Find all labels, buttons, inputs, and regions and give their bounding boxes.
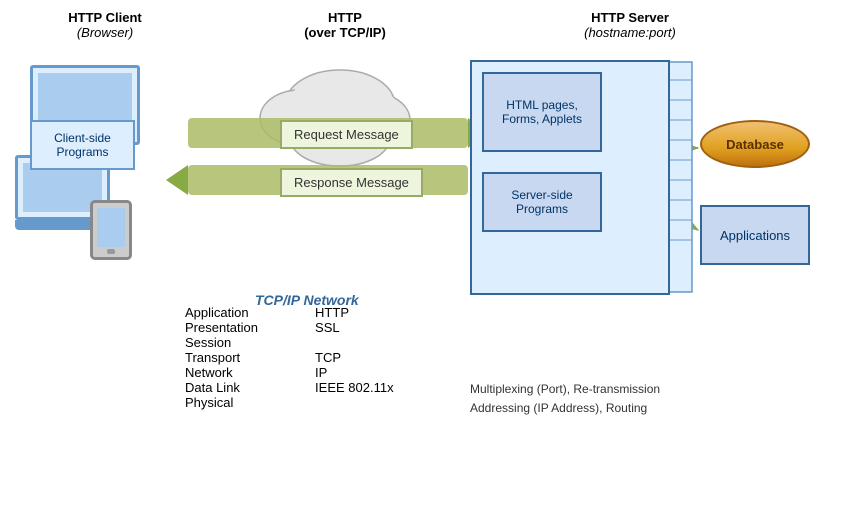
osi-layer-datalink: Data Link [185,380,315,395]
osi-protocol-physical [315,395,455,410]
tcp-subtitle: (over TCP/IP) [260,25,430,40]
table-row: Session [185,335,455,350]
server-stack: HTML pages,Forms, Applets Server-sidePro… [470,60,670,295]
client-title-text: HTTP Client [20,10,190,25]
database-label: Database [726,137,784,152]
osi-layers-table: Application HTTP Presentation SSL Sessio… [185,305,455,410]
response-message-box: Response Message [280,168,423,197]
table-row: Data Link IEEE 802.11x [185,380,455,395]
osi-protocol-http: HTTP [315,305,455,320]
osi-layer-network: Network [185,365,315,380]
osi-protocol-ip: IP [315,365,455,380]
osi-layer-application: Application [185,305,315,320]
osi-layer-presentation: Presentation [185,320,315,335]
client-programs-box: Client-sidePrograms [30,120,135,170]
client-programs-label: Client-sidePrograms [54,131,111,159]
table-row: Physical [185,395,455,410]
table-row: Transport TCP [185,350,455,365]
applications-label: Applications [720,228,790,243]
table-row: Network IP [185,365,455,380]
request-message-label: Request Message [294,127,399,142]
mobile-device [90,200,132,260]
osi-layer-transport: Transport [185,350,315,365]
applications-box: Applications [700,205,810,265]
tcp-title-text: HTTP [260,10,430,25]
osi-protocol-ssl: SSL [315,320,455,335]
client-subtitle: (Browser) [20,25,190,40]
request-message-box: Request Message [280,120,413,149]
osi-table: Application HTTP Presentation SSL Sessio… [185,305,455,410]
server-subtitle: (hostname:port) [530,25,730,40]
mobile-button [107,249,115,254]
client-title: HTTP Client (Browser) [20,10,190,40]
osi-protocol-ieee: IEEE 802.11x [315,380,455,395]
server-html-box: HTML pages,Forms, Applets [482,72,602,152]
proto-desc-line2: Addressing (IP Address), Routing [470,399,830,418]
proto-desc-line1: Multiplexing (Port), Re-transmission [470,380,830,399]
protocol-description: Multiplexing (Port), Re-transmission Add… [470,380,830,418]
server-html-label: HTML pages,Forms, Applets [502,98,582,126]
mobile-screen [97,208,125,247]
osi-protocol-session [315,335,455,350]
osi-layer-physical: Physical [185,395,315,410]
table-row: Application HTTP [185,305,455,320]
osi-layer-session: Session [185,335,315,350]
diagram: HTTP Client (Browser) HTTP (over TCP/IP)… [0,0,844,516]
response-message-label: Response Message [294,175,409,190]
database-box: Database [700,120,810,168]
osi-protocol-tcp: TCP [315,350,455,365]
tcp-title: HTTP (over TCP/IP) [260,10,430,40]
server-title: HTTP Server (hostname:port) [530,10,730,40]
server-programs-box: Server-sidePrograms [482,172,602,232]
table-row: Presentation SSL [185,320,455,335]
server-programs-label: Server-sidePrograms [511,188,572,216]
server-title-text: HTTP Server [530,10,730,25]
